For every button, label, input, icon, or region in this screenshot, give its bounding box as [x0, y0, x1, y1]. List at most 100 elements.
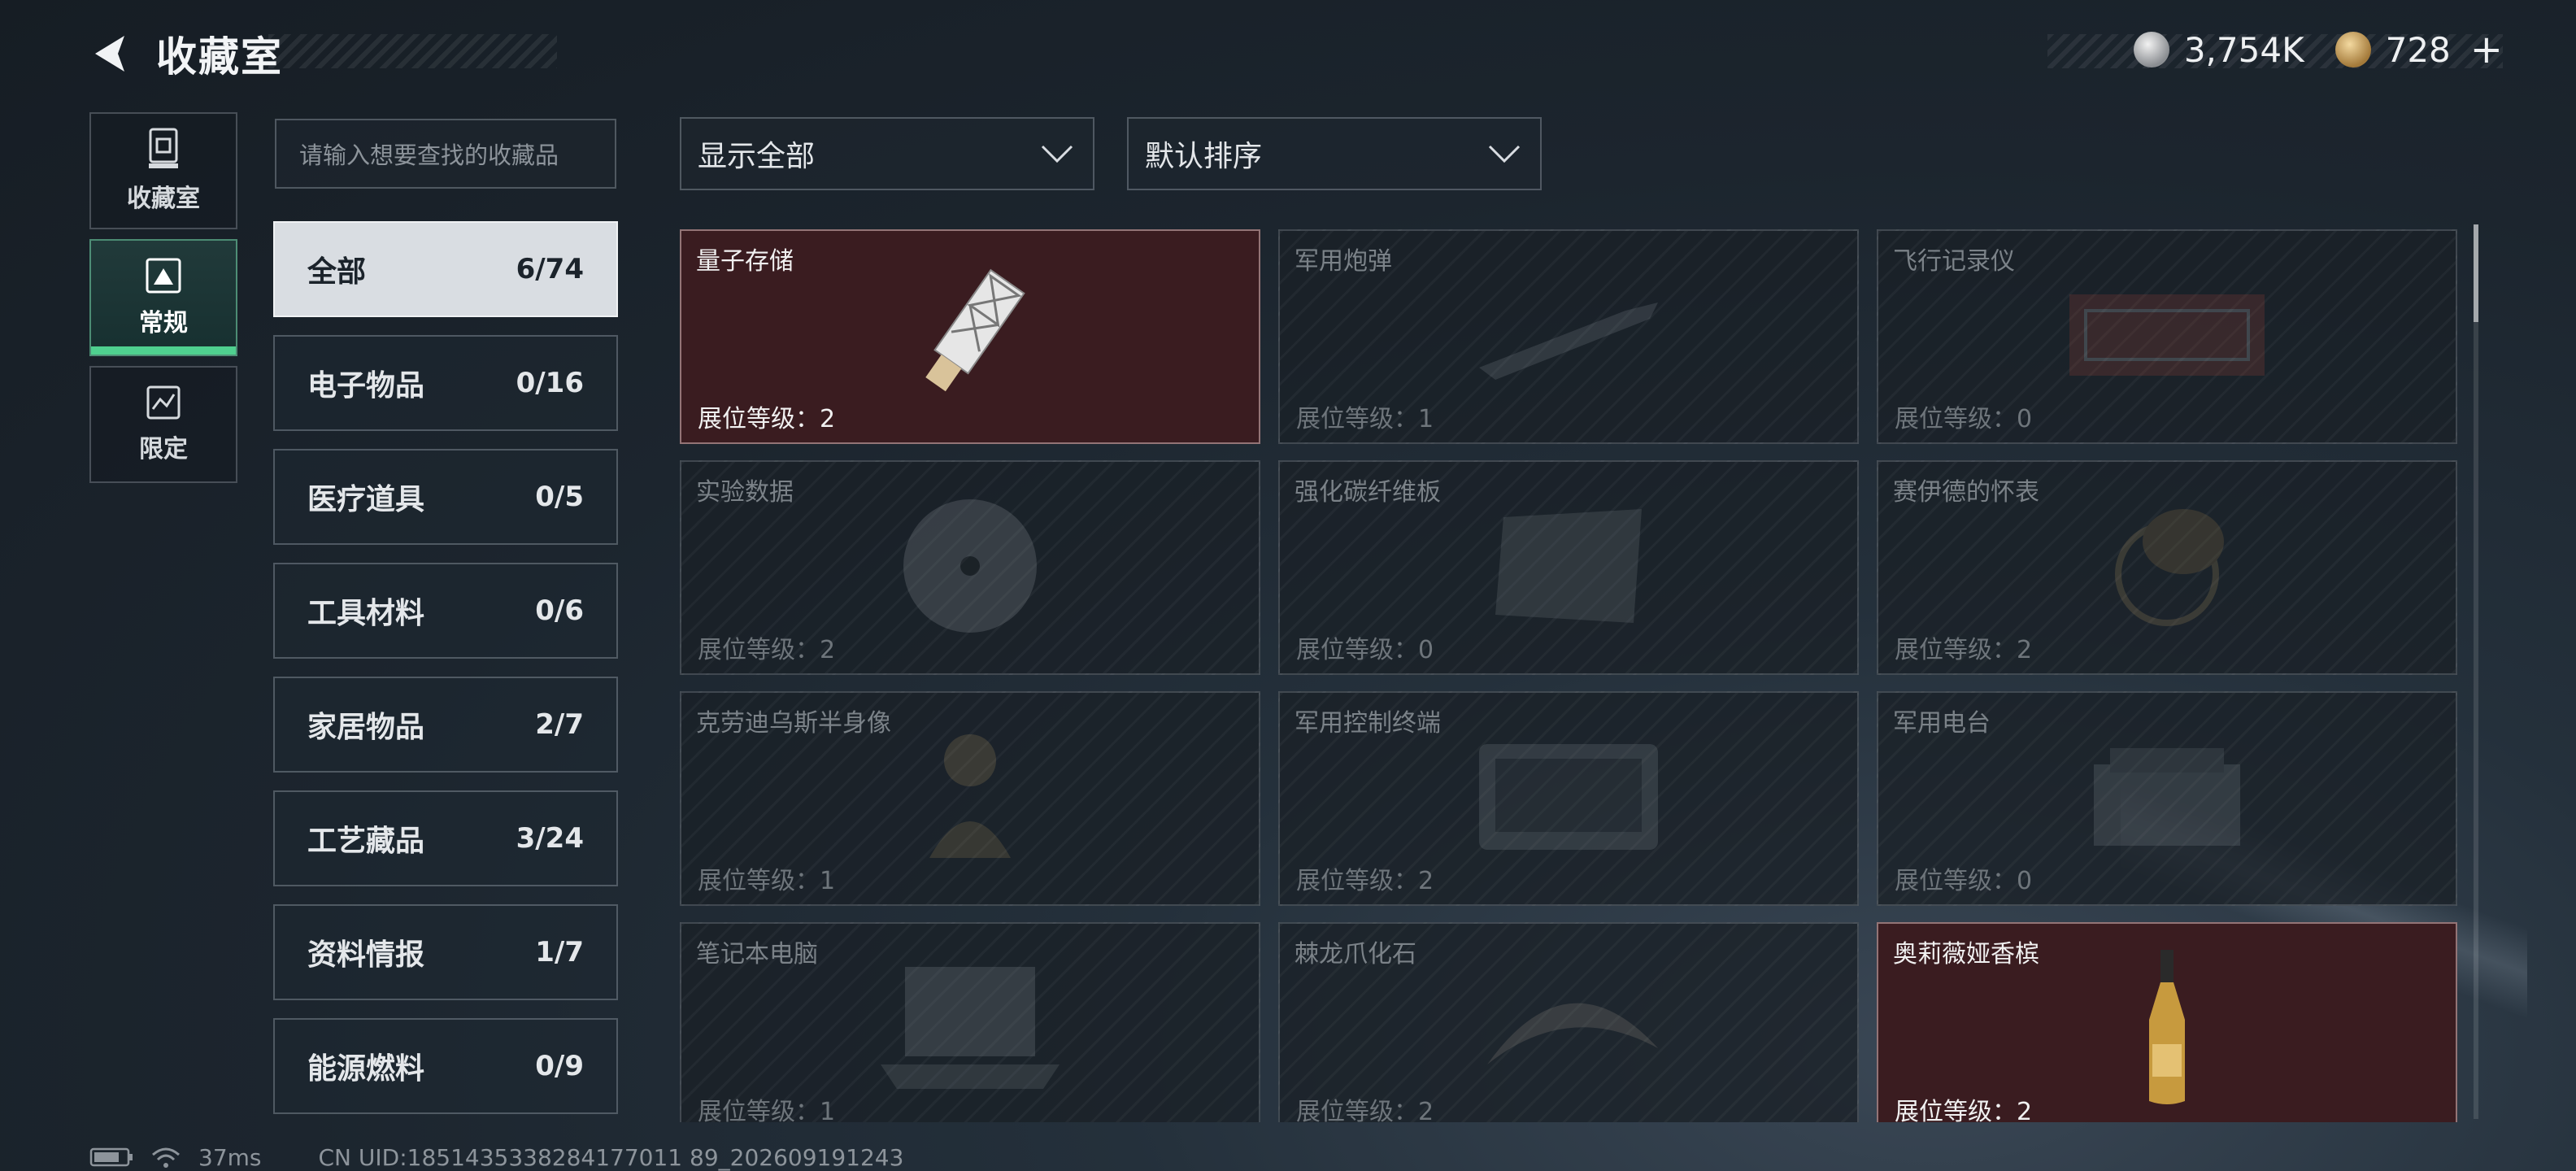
chevron-down-icon: [1041, 145, 1073, 163]
category-name: 全部: [307, 255, 367, 289]
military-radio-icon: [2078, 732, 2256, 865]
item-card[interactable]: 量子存储 展位等级：2: [680, 229, 1260, 444]
category-all[interactable]: 全部 6/74: [273, 221, 618, 317]
flight-recorder-icon: [2053, 278, 2281, 395]
collection-icon: [149, 128, 178, 168]
pocket-watch-icon: [2094, 493, 2240, 642]
collection-grid: 量子存储 展位等级：2 军用炮弹 展位等级：1 飞行记录仪 展位等级：0 实验数…: [680, 229, 2461, 1122]
item-card[interactable]: 笔记本电脑 展位等级：1: [680, 922, 1260, 1122]
item-level: 展位等级：1: [698, 1098, 836, 1122]
category-count: 3/24: [516, 822, 584, 855]
category-name: 能源燃料: [307, 1052, 425, 1086]
item-card[interactable]: 军用控制终端 展位等级：2: [1278, 691, 1859, 906]
category-count: 0/9: [535, 1050, 584, 1082]
item-card[interactable]: 军用电台 展位等级：0: [1877, 691, 2457, 906]
add-currency-button[interactable]: +: [2470, 27, 2503, 72]
nav-regular-label: 常规: [139, 309, 188, 337]
item-name: 笔记本电脑: [696, 940, 818, 969]
title-decoration: [268, 34, 557, 68]
item-level: 展位等级：2: [1895, 1098, 2033, 1122]
category-medical[interactable]: 医疗道具 0/5: [273, 449, 618, 545]
nav-collection-label: 收藏室: [127, 185, 200, 213]
artillery-shell-icon: [1463, 286, 1674, 387]
item-card[interactable]: 实验数据 展位等级：2: [680, 460, 1260, 675]
limited-icon: [146, 385, 181, 420]
item-level: 展位等级：2: [698, 636, 836, 664]
item-card[interactable]: 棘龙爪化石 展位等级：2: [1278, 922, 1859, 1122]
silver-coin-icon: [2133, 32, 2169, 67]
category-name: 医疗道具: [307, 483, 425, 516]
chevron-down-icon: [1488, 145, 1521, 163]
currency-bar: 3,754K 728 +: [2052, 27, 2503, 72]
left-nav: 收藏室 常规 限定: [89, 112, 237, 493]
category-crafts[interactable]: 工艺藏品 3/24: [273, 790, 618, 886]
status-bar: 37ms CN UID:1851435338284177011 89_20260…: [89, 1143, 903, 1171]
nav-regular[interactable]: 常规: [89, 239, 237, 356]
show-filter-value: 显示全部: [698, 140, 816, 173]
sort-dropdown[interactable]: 默认排序: [1127, 117, 1542, 190]
scrollbar-thumb[interactable]: [2474, 224, 2478, 322]
item-name: 军用控制终端: [1295, 709, 1441, 738]
gold-coin-icon: [2334, 32, 2371, 67]
ping-text: 37ms: [198, 1143, 262, 1171]
category-count: 0/6: [535, 594, 584, 627]
category-count: 0/5: [535, 481, 584, 513]
item-card[interactable]: 克劳迪乌斯半身像 展位等级：1: [680, 691, 1260, 906]
usb-drive-icon: [901, 262, 1039, 411]
item-level: 展位等级：2: [1895, 636, 2033, 664]
category-count: 1/7: [535, 936, 584, 969]
category-list: 全部 6/74 电子物品 0/16 医疗道具 0/5 工具材料 0/6 家居物品…: [273, 221, 618, 1132]
item-name: 量子存储: [696, 247, 794, 276]
item-name: 棘龙爪化石: [1295, 940, 1416, 969]
item-card[interactable]: 军用炮弹 展位等级：1: [1278, 229, 1859, 444]
category-electronics[interactable]: 电子物品 0/16: [273, 335, 618, 431]
page-header: 收藏室: [81, 21, 283, 86]
category-intel[interactable]: 资料情报 1/7: [273, 904, 618, 1000]
claw-fossil-icon: [1471, 967, 1666, 1092]
category-name: 工艺藏品: [307, 825, 425, 858]
carbon-plate-icon: [1479, 501, 1658, 634]
item-level: 展位等级：0: [1895, 405, 2033, 433]
item-name: 奥莉薇娅香槟: [1893, 940, 2039, 969]
category-name: 家居物品: [307, 711, 425, 744]
category-tools[interactable]: 工具材料 0/6: [273, 563, 618, 659]
nav-limited-label: 限定: [139, 435, 188, 464]
silver-amount: 3,754K: [2183, 29, 2304, 70]
item-name: 飞行记录仪: [1893, 247, 2015, 276]
gold-amount: 728: [2385, 29, 2451, 70]
item-level: 展位等级：0: [1895, 867, 2033, 895]
item-card[interactable]: 奥莉薇娅香槟 展位等级：2: [1877, 922, 2457, 1122]
battery-icon: [89, 1147, 133, 1167]
item-level: 展位等级：2: [1296, 1098, 1434, 1122]
category-household[interactable]: 家居物品 2/7: [273, 677, 618, 773]
item-level: 展位等级：0: [1296, 636, 1434, 664]
wifi-icon: [152, 1147, 180, 1168]
item-card[interactable]: 赛伊德的怀表 展位等级：2: [1877, 460, 2457, 675]
disc-icon: [897, 493, 1043, 642]
show-filter-dropdown[interactable]: 显示全部: [680, 117, 1094, 190]
sort-value: 默认排序: [1145, 140, 1263, 173]
category-count: 2/7: [535, 708, 584, 741]
grid-scrollbar[interactable]: [2474, 224, 2478, 1119]
item-name: 实验数据: [696, 478, 794, 507]
regular-icon: [146, 258, 181, 294]
category-name: 电子物品: [307, 369, 425, 403]
item-card[interactable]: 强化碳纤维板 展位等级：0: [1278, 460, 1859, 675]
item-level: 展位等级：2: [698, 405, 836, 433]
search-input[interactable]: 请输入想要查找的收藏品: [275, 119, 616, 189]
back-arrow-icon[interactable]: [81, 25, 138, 82]
category-count: 6/74: [516, 253, 584, 285]
page-title: 收藏室: [156, 33, 283, 81]
uid-text: CN UID:1851435338284177011 89_2026091912…: [318, 1143, 904, 1171]
item-name: 军用电台: [1893, 709, 1991, 738]
category-energy[interactable]: 能源燃料 0/9: [273, 1018, 618, 1114]
category-name: 工具材料: [307, 597, 425, 630]
nav-limited[interactable]: 限定: [89, 366, 237, 483]
nav-collection[interactable]: 收藏室: [89, 112, 237, 229]
category-name: 资料情报: [307, 938, 425, 972]
control-terminal-icon: [1471, 736, 1666, 861]
laptop-icon: [872, 959, 1068, 1100]
item-name: 军用炮弹: [1295, 247, 1392, 276]
item-card[interactable]: 飞行记录仪 展位等级：0: [1877, 229, 2457, 444]
item-name: 强化碳纤维板: [1295, 478, 1441, 507]
